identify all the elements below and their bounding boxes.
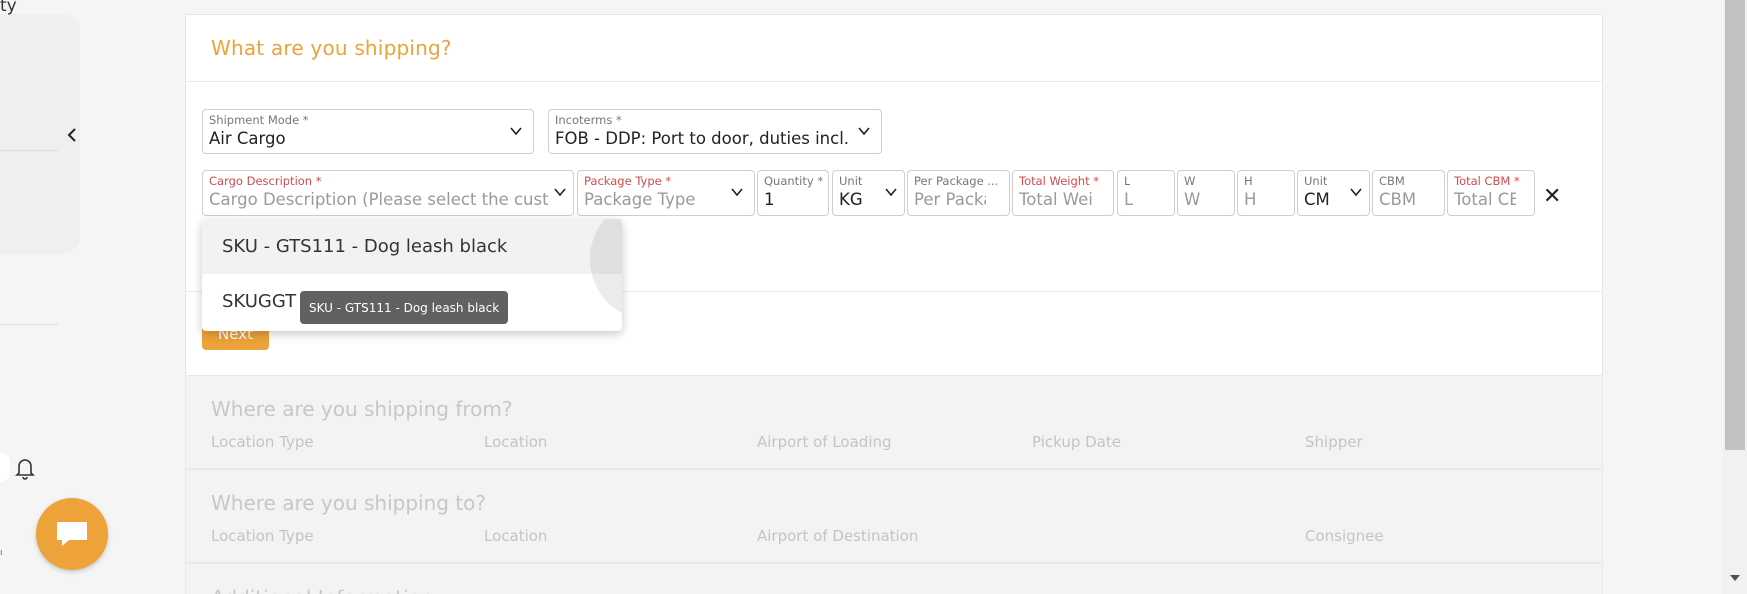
height-label: H: [1244, 174, 1253, 188]
shipment-mode-select[interactable]: Shipment Mode * Air Cargo: [202, 109, 534, 154]
dimension-unit-select[interactable]: Unit CM: [1297, 170, 1370, 216]
to-consignee: Consignee: [1305, 527, 1384, 545]
total-cbm-label: Total CBM *: [1454, 174, 1520, 188]
shipping-to-section: Where are you shipping to? Location Type…: [185, 469, 1603, 563]
length-placeholder: L: [1124, 190, 1134, 209]
dimension-unit-label: Unit: [1304, 174, 1328, 188]
cargo-description-placeholder: Cargo Description (Please select the cus…: [209, 190, 549, 209]
shipping-card-title: What are you shipping?: [211, 36, 452, 60]
shipping-card-header: What are you shipping?: [186, 15, 1602, 82]
package-type-placeholder: Package Type: [584, 190, 696, 209]
from-location-type: Location Type: [211, 433, 314, 451]
close-icon[interactable]: ✕: [1543, 186, 1561, 208]
chevron-down-icon: [731, 188, 743, 197]
total-cbm-input[interactable]: Total CBM * Total CBM: [1447, 170, 1535, 216]
width-placeholder: W: [1184, 190, 1201, 209]
quantity-label: Quantity *: [764, 174, 824, 188]
additional-info-section: Additional Information: [185, 563, 1603, 594]
length-label: L: [1124, 174, 1131, 188]
per-package-input[interactable]: Per Package ... Per Package: [907, 170, 1010, 216]
chevron-down-icon: [554, 188, 566, 197]
page-scrollbar[interactable]: [1723, 0, 1747, 594]
to-location-type: Location Type: [211, 527, 314, 545]
from-shipper: Shipper: [1305, 433, 1363, 451]
total-weight-input[interactable]: Total Weight * Total Weight: [1012, 170, 1114, 216]
chevron-down-icon: [885, 188, 897, 197]
sidebar-partial-label: ty: [0, 0, 17, 16]
chevron-left-icon[interactable]: [64, 124, 80, 146]
shipment-mode-value: Air Cargo: [209, 129, 286, 148]
dropdown-option[interactable]: SKU - GTS111 - Dog leash black: [202, 219, 622, 321]
package-type-select[interactable]: Package Type * Package Type: [577, 170, 755, 216]
sidebar-divider: [0, 150, 58, 151]
cbm-label: CBM: [1379, 174, 1405, 188]
dropdown-option-label: SKU - GTS111 - Dog leash black: [222, 236, 508, 257]
quantity-input[interactable]: Quantity * 1: [757, 170, 829, 216]
weight-unit-select[interactable]: Unit KG: [832, 170, 905, 216]
shipping-from-title: Where are you shipping from?: [211, 397, 513, 421]
incoterms-value: FOB - DDP: Port to door, duties incl.: [555, 129, 850, 148]
from-location: Location: [484, 433, 548, 451]
per-package-placeholder: Per Package: [914, 190, 986, 209]
notification-bubble: [0, 452, 10, 482]
total-weight-label: Total Weight *: [1019, 174, 1099, 188]
weight-unit-label: Unit: [839, 174, 863, 188]
quantity-value: 1: [764, 190, 775, 209]
height-placeholder: H: [1244, 190, 1257, 209]
sidebar-mark: ı: [0, 548, 3, 558]
weight-unit-value: KG: [839, 190, 863, 209]
chat-icon[interactable]: [36, 498, 108, 570]
scrollbar-thumb[interactable]: [1725, 0, 1745, 450]
sidebar-divider: [0, 324, 58, 325]
package-type-label: Package Type *: [584, 174, 672, 188]
to-location: Location: [484, 527, 548, 545]
cbm-input[interactable]: CBM CBM: [1372, 170, 1445, 216]
chevron-down-icon: [510, 127, 522, 136]
per-package-label: Per Package ...: [914, 174, 999, 188]
width-label: W: [1184, 174, 1196, 188]
cargo-description-label: Cargo Description *: [209, 174, 322, 188]
to-airport-of-destination: Airport of Destination: [757, 527, 919, 545]
chevron-down-icon: [858, 127, 870, 136]
dimension-unit-value: CM: [1304, 190, 1330, 209]
additional-info-title: Additional Information: [211, 586, 434, 594]
total-weight-placeholder: Total Weight: [1019, 190, 1093, 209]
width-input[interactable]: W W: [1177, 170, 1235, 216]
option-tooltip: SKU - GTS111 - Dog leash black: [300, 291, 509, 324]
scroll-down-arrow-icon[interactable]: [1730, 575, 1740, 581]
incoterms-label: Incoterms *: [555, 113, 622, 127]
incoterms-select[interactable]: Incoterms * FOB - DDP: Port to door, dut…: [548, 109, 882, 154]
height-input[interactable]: H H: [1237, 170, 1295, 216]
from-airport-of-loading: Airport of Loading: [757, 433, 892, 451]
shipping-to-title: Where are you shipping to?: [211, 491, 487, 515]
length-input[interactable]: L L: [1117, 170, 1175, 216]
cargo-description-select[interactable]: Cargo Description * Cargo Description (P…: [202, 170, 574, 216]
shipment-mode-label: Shipment Mode *: [209, 113, 309, 127]
shipping-from-section: Where are you shipping from? Location Ty…: [185, 375, 1603, 469]
dropdown-option-label: SKUGGT: [222, 291, 297, 312]
cbm-placeholder: CBM: [1379, 190, 1417, 209]
total-cbm-placeholder: Total CBM: [1454, 190, 1516, 209]
chevron-down-icon: [1350, 188, 1362, 197]
from-pickup-date: Pickup Date: [1032, 433, 1122, 451]
bell-icon[interactable]: [14, 456, 36, 480]
